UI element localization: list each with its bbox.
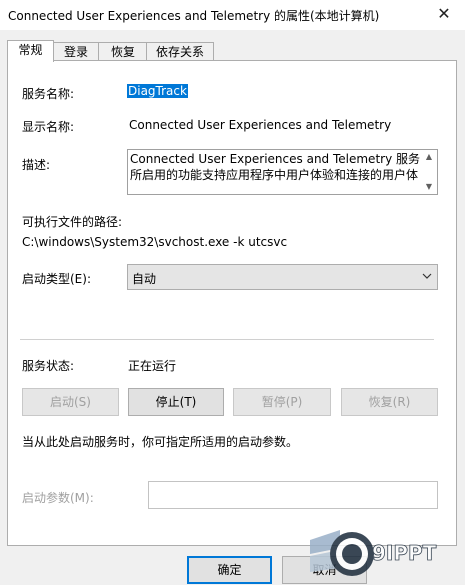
tab-dependencies-label: 依存关系: [155, 45, 204, 59]
general-panel: [7, 60, 457, 546]
pause-button[interactable]: 暂停(P): [233, 388, 331, 416]
scroll-up-icon[interactable]: ▲: [423, 151, 435, 163]
tab-general-label: 常规: [18, 43, 43, 57]
service-name-value[interactable]: DiagTrack: [127, 84, 188, 98]
divider: [20, 339, 434, 340]
watermark-logo: 9IPPT: [300, 520, 460, 582]
service-name-text: DiagTrack: [127, 84, 188, 98]
params-hint: 当从此处启动服务时，你可指定所适用的启动参数。: [22, 435, 299, 449]
params-label: 启动参数(M):: [22, 491, 94, 505]
close-icon[interactable]: ✕: [432, 3, 456, 27]
tab-recovery[interactable]: 恢复: [98, 42, 148, 62]
startup-type-label: 启动类型(E):: [22, 272, 91, 286]
ok-button[interactable]: 确定: [187, 556, 272, 584]
tab-recovery-label: 恢复: [110, 45, 135, 59]
path-label: 可执行文件的路径:: [22, 215, 123, 229]
title-bar: Connected User Experiences and Telemetry…: [0, 0, 465, 30]
service-name-label: 服务名称:: [22, 87, 75, 101]
display-name-value[interactable]: Connected User Experiences and Telemetry: [129, 118, 391, 132]
tab-general[interactable]: 常规: [7, 40, 54, 62]
window-title: Connected User Experiences and Telemetry…: [8, 9, 380, 23]
description-label: 描述:: [22, 158, 51, 172]
service-status-label: 服务状态:: [22, 359, 75, 373]
tab-dependencies[interactable]: 依存关系: [146, 42, 214, 62]
watermark-logo-icon: 9IPPT: [310, 530, 437, 576]
service-status-value: 正在运行: [128, 359, 177, 373]
scroll-down-icon[interactable]: ▼: [423, 181, 435, 193]
params-input[interactable]: [148, 481, 438, 509]
description-box[interactable]: Connected User Experiences and Telemetry…: [127, 149, 438, 195]
svg-text:9IPPT: 9IPPT: [372, 541, 437, 565]
tab-logon-label: 登录: [63, 45, 88, 59]
startup-type-value: 自动: [132, 272, 157, 286]
start-button[interactable]: 启动(S): [22, 388, 119, 416]
chevron-down-icon: [422, 273, 432, 279]
startup-type-select[interactable]: 自动: [127, 264, 438, 290]
display-name-label: 显示名称:: [22, 120, 75, 134]
resume-button[interactable]: 恢复(R): [341, 388, 438, 416]
path-value[interactable]: C:\windows\System32\svchost.exe -k utcsv…: [22, 235, 287, 249]
description-text: Connected User Experiences and Telemetry…: [130, 152, 420, 182]
stop-button[interactable]: 停止(T): [128, 388, 224, 416]
tab-logon[interactable]: 登录: [52, 42, 100, 62]
